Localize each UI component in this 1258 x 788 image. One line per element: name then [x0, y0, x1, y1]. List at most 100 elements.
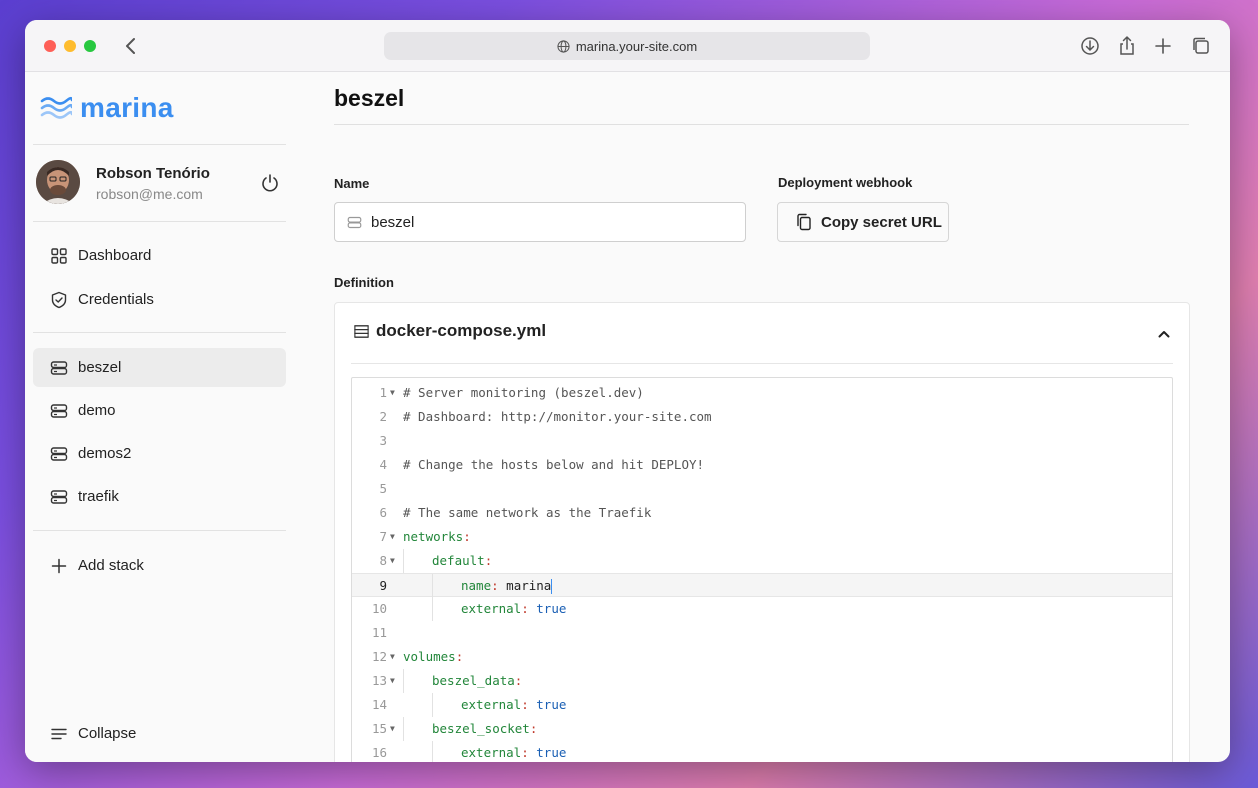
- stack-item-demo[interactable]: demo: [33, 391, 286, 430]
- fold-toggle-icon[interactable]: ▼: [390, 549, 395, 573]
- logo[interactable]: marina: [40, 92, 174, 124]
- indent-guide: [432, 693, 433, 717]
- line-number: 6: [379, 505, 387, 520]
- code-line[interactable]: 4 # Change the hosts below and hit DEPLOY…: [352, 453, 1172, 477]
- fold-toggle-icon[interactable]: ▼: [390, 381, 395, 405]
- code-line[interactable]: 13 ▼ beszel_data:: [352, 669, 1172, 693]
- code-line[interactable]: 2 # Dashboard: http://monitor.your-site.c…: [352, 405, 1172, 429]
- new-tab-icon[interactable]: [1152, 35, 1174, 57]
- nav-dashboard[interactable]: Dashboard: [33, 236, 286, 275]
- stack-lines-icon: [354, 324, 369, 338]
- stack-item-demos2[interactable]: demos2: [33, 434, 286, 473]
- avatar: [36, 160, 80, 204]
- minimize-window-button[interactable]: [64, 40, 76, 52]
- line-number: 11: [371, 625, 387, 640]
- code-text: # Server monitoring (beszel.dev): [403, 385, 644, 400]
- divider: [33, 221, 286, 222]
- code-line[interactable]: 11: [352, 621, 1172, 645]
- server-icon: [50, 360, 68, 375]
- nav-credentials[interactable]: Credentials: [33, 280, 286, 319]
- add-stack-label: Add stack: [78, 557, 144, 574]
- code-text: networks:: [403, 529, 471, 544]
- stack-label: traefik: [78, 488, 119, 505]
- copy-icon: [797, 213, 811, 231]
- menu-lines-icon: [51, 728, 67, 739]
- code-text: # The same network as the Traefik: [403, 505, 652, 520]
- webhook-label: Deployment webhook: [778, 175, 913, 190]
- code-line[interactable]: 8 ▼ default:: [352, 549, 1172, 573]
- text-cursor: [551, 579, 553, 594]
- stack-item-beszel[interactable]: beszel: [33, 348, 286, 387]
- code-text: beszel_socket:: [432, 721, 538, 736]
- server-icon: [50, 489, 68, 504]
- indent-guide: [403, 549, 404, 573]
- indent-guide: [432, 597, 433, 621]
- code-line[interactable]: 15 ▼ beszel_socket:: [352, 717, 1172, 741]
- collapse-button[interactable]: Collapse: [33, 714, 286, 753]
- share-icon[interactable]: [1116, 35, 1138, 57]
- fold-toggle-icon[interactable]: ▼: [390, 669, 395, 693]
- shield-icon: [51, 291, 67, 308]
- divider: [33, 530, 286, 531]
- close-window-button[interactable]: [44, 40, 56, 52]
- browser-window: marina.your-site.com marina Robson Tenór…: [25, 20, 1230, 762]
- zoom-window-button[interactable]: [84, 40, 96, 52]
- fold-toggle-icon[interactable]: ▼: [390, 645, 395, 669]
- code-line[interactable]: 12 ▼ volumes:: [352, 645, 1172, 669]
- name-field[interactable]: beszel: [334, 202, 746, 242]
- server-icon: [50, 446, 68, 461]
- nav-label: Dashboard: [78, 247, 152, 264]
- fold-toggle-icon[interactable]: ▼: [390, 717, 395, 741]
- code-line[interactable]: 3: [352, 429, 1172, 453]
- file-header[interactable]: docker-compose.yml: [353, 321, 546, 341]
- code-line[interactable]: 9 name: marina: [352, 573, 1172, 598]
- collapse-label: Collapse: [78, 725, 137, 742]
- code-line[interactable]: 6 # The same network as the Traefik: [352, 501, 1172, 525]
- code-line[interactable]: 10 external: true: [352, 597, 1172, 621]
- code-line[interactable]: 7 ▼ networks:: [352, 525, 1172, 549]
- code-text: default:: [432, 553, 493, 568]
- avatar-image: [36, 160, 80, 204]
- address-bar[interactable]: marina.your-site.com: [384, 32, 870, 60]
- code-text: beszel_data:: [432, 673, 523, 688]
- globe-icon: [557, 39, 570, 53]
- nav-label: Credentials: [78, 291, 154, 308]
- grid-icon: [51, 247, 67, 264]
- code-line[interactable]: 16 external: true: [352, 741, 1172, 762]
- code-line[interactable]: 5: [352, 477, 1172, 501]
- url-text: marina.your-site.com: [575, 38, 698, 54]
- tabs-overview-icon[interactable]: [1190, 35, 1212, 57]
- back-icon[interactable]: [123, 36, 139, 56]
- divider: [334, 124, 1189, 125]
- stack-item-traefik[interactable]: traefik: [33, 477, 286, 516]
- page-title: beszel: [334, 85, 405, 111]
- power-icon[interactable]: [260, 173, 280, 193]
- plus-icon: [51, 558, 67, 573]
- copy-secret-url-button[interactable]: Copy secret URL: [777, 202, 949, 242]
- indent-guide: [432, 741, 433, 762]
- main-content: beszel Name beszel Deployment webhook Co…: [310, 72, 1230, 762]
- definition-label: Definition: [334, 275, 394, 290]
- server-icon: [347, 216, 362, 228]
- name-value: beszel: [371, 213, 415, 231]
- add-stack-button[interactable]: Add stack: [33, 546, 286, 585]
- chevron-up-icon[interactable]: [1157, 327, 1171, 341]
- line-number: 7: [379, 529, 387, 544]
- definition-card: docker-compose.yml 1 ▼ # Server monitoring…: [334, 302, 1190, 762]
- waves-icon: [40, 96, 72, 119]
- stack-label: demo: [78, 402, 116, 419]
- fold-toggle-icon[interactable]: ▼: [390, 525, 395, 549]
- file-name: docker-compose.yml: [376, 321, 547, 340]
- sidebar: marina Robson Tenório robson@me.com Dash…: [25, 72, 310, 762]
- indent-guide: [432, 574, 433, 598]
- code-line[interactable]: 14 external: true: [352, 693, 1172, 717]
- line-number: 5: [379, 481, 387, 496]
- name-label: Name: [334, 176, 370, 191]
- download-icon[interactable]: [1079, 35, 1101, 57]
- code-text: # Dashboard: http://monitor.your-site.co…: [403, 409, 712, 424]
- indent-guide: [403, 717, 404, 741]
- code-text: # Change the hosts below and hit DEPLOY!: [403, 457, 705, 472]
- divider: [33, 332, 286, 333]
- code-line[interactable]: 1 ▼ # Server monitoring (beszel.dev): [352, 381, 1172, 405]
- code-editor[interactable]: 1 ▼ # Server monitoring (beszel.dev) 2 # Das…: [351, 377, 1173, 762]
